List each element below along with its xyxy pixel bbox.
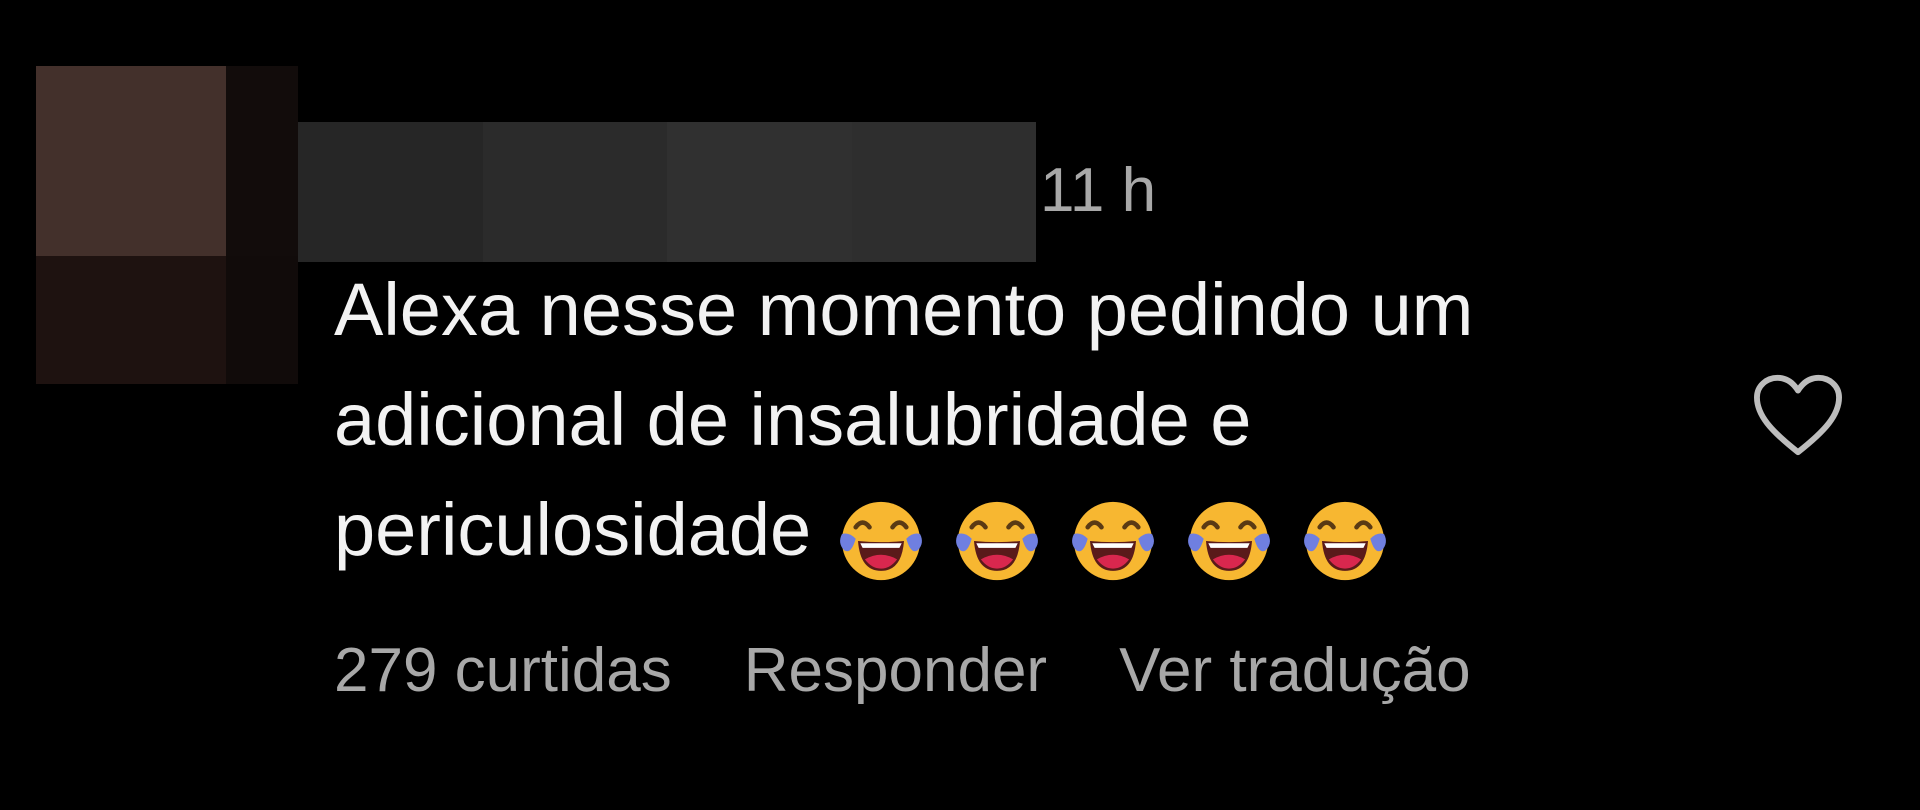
avatar-pixel bbox=[226, 66, 298, 256]
username-censored[interactable] bbox=[298, 122, 1036, 262]
avatar-pixel bbox=[226, 256, 298, 384]
avatar[interactable] bbox=[36, 66, 298, 384]
face-with-tears-of-joy-icon bbox=[1304, 501, 1387, 581]
face-with-tears-of-joy-icon bbox=[1072, 501, 1155, 581]
translate-button[interactable]: Ver tradução bbox=[1119, 640, 1471, 702]
face-with-tears-of-joy-icon bbox=[1188, 501, 1271, 581]
username-pixel bbox=[482, 122, 667, 262]
avatar-pixel bbox=[36, 256, 226, 384]
face-with-tears-of-joy-icon bbox=[956, 501, 1039, 581]
username-pixel bbox=[298, 122, 483, 262]
heart-outline-icon[interactable] bbox=[1750, 372, 1846, 458]
comment-actions: 279 curtidas Responder Ver tradução bbox=[334, 640, 1471, 702]
emoji-row bbox=[835, 480, 1415, 590]
comment-timestamp: 11 h bbox=[1040, 156, 1157, 225]
username-pixel bbox=[851, 122, 1036, 262]
comment-body: Alexa nesse momento pedindo um adicional… bbox=[334, 255, 1714, 590]
face-with-tears-of-joy-icon bbox=[840, 501, 923, 581]
comment: 11 h Alexa nesse momento pedindo um adic… bbox=[0, 0, 1920, 810]
avatar-pixel bbox=[36, 66, 226, 256]
reply-button[interactable]: Responder bbox=[744, 640, 1047, 702]
likes-count-link[interactable]: 279 curtidas bbox=[334, 640, 672, 702]
username-pixel bbox=[667, 122, 852, 262]
